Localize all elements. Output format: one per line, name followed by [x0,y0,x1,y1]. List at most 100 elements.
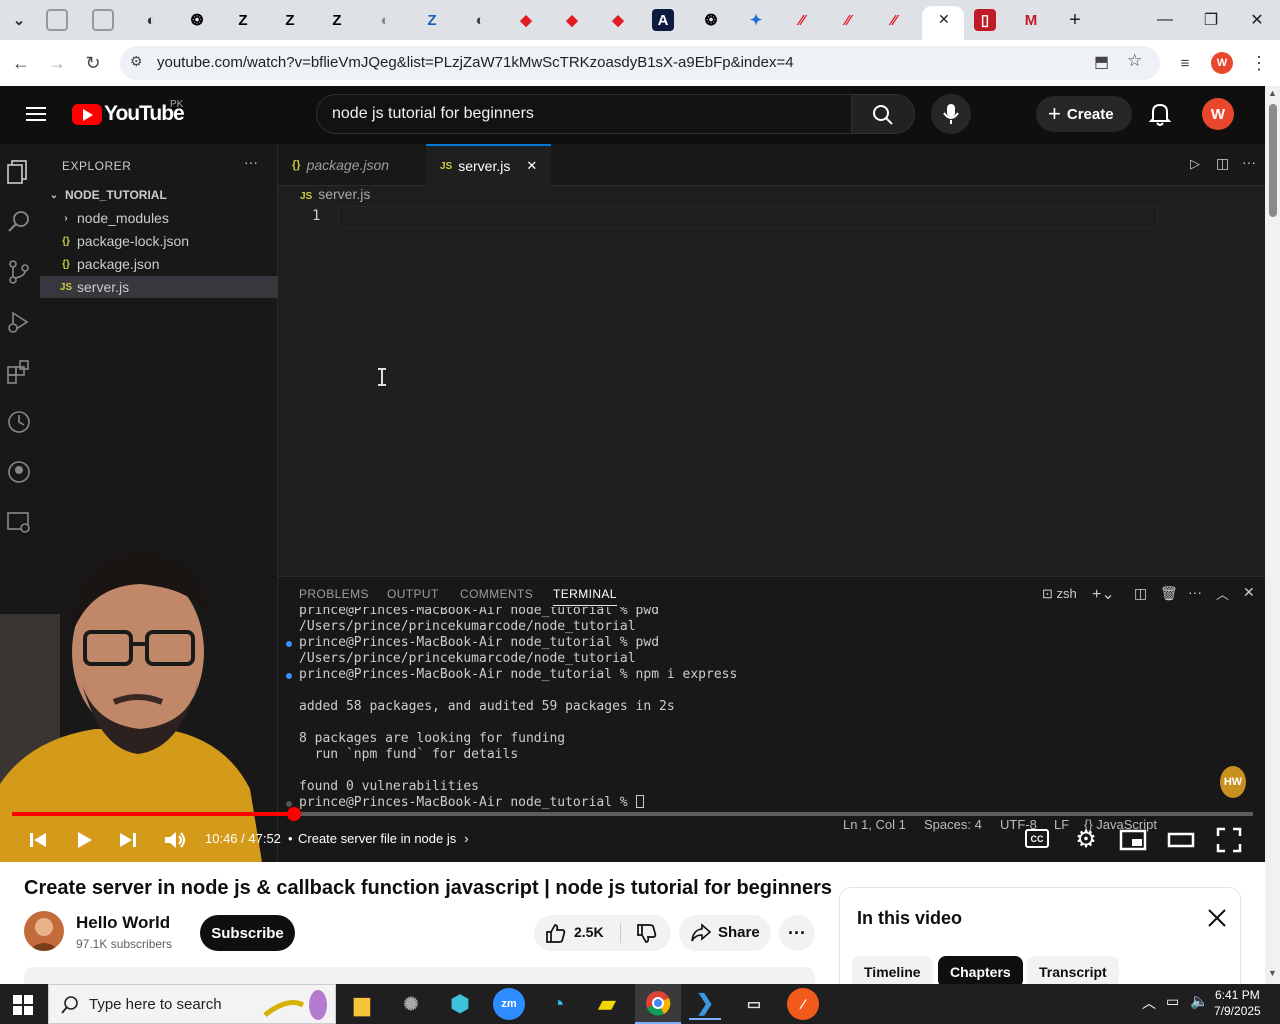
split-terminal-icon[interactable]: ◫ [1134,585,1147,602]
breadcrumb[interactable]: JS server.js [300,186,370,202]
url-text[interactable]: youtube.com/watch?v=bflieVmJQeg&list=PLz… [157,54,794,71]
terminal-output[interactable]: prince@Princes-MacBook-Air node_tutorial… [278,607,1265,847]
minimize-icon[interactable]: — [1150,8,1180,32]
tab-favicon-diamond-icon[interactable]: ◆ [515,9,537,31]
profile-avatar[interactable]: W [1211,52,1233,74]
tab-favicon-globe-icon[interactable]: ◐ [374,9,396,31]
vscode-taskbar-icon[interactable]: ❯ [689,988,721,1020]
channel-watermark[interactable]: HW [1220,766,1246,798]
tray-chevron-up-icon[interactable]: ︿ [1142,993,1156,1013]
scroll-up-icon[interactable]: ▲ [1268,88,1277,98]
tab-server-js[interactable]: JS server.js ✕ [426,144,552,186]
dislike-button[interactable] [621,915,671,951]
panel-more-icon[interactable]: ··· [1188,584,1202,600]
tab-favicon-globe-icon[interactable]: ◐ [140,9,162,31]
volume-icon[interactable] [161,826,189,854]
video-player[interactable]: EXPLORER ··· ⌄ NODE_TUTORIAL › node_modu… [0,144,1265,862]
sticky-notes-icon[interactable]: ▰ [591,988,623,1020]
chrome-menu-icon[interactable]: ⋮ [1246,50,1272,76]
zoom-app-icon[interactable]: zm [493,988,525,1020]
settings-gear-icon[interactable]: ⚙ [1072,826,1100,854]
like-button[interactable]: 2.5K [534,915,620,951]
editor-more-icon[interactable]: ··· [1242,154,1256,170]
fullscreen-icon[interactable] [1215,826,1243,854]
tab-favicon-slash-icon[interactable]: ⁄⁄ [791,9,813,31]
search-input[interactable]: node js tutorial for beginners [316,94,852,134]
site-info-icon[interactable]: ⚙ [130,53,143,70]
tab-favicon-1[interactable] [46,9,68,31]
install-app-icon[interactable]: ⬒ [1094,52,1109,72]
tab-search-chevron-icon[interactable]: ⌄ [8,9,30,31]
terminal-taskbar-icon[interactable]: ▭ [738,988,770,1020]
app-hex-icon[interactable]: ⬢ [444,988,476,1020]
terminal-shell-selector[interactable]: ⊡ zsh [1042,586,1077,602]
line-ending[interactable]: LF [1054,817,1069,832]
tab-favicon-openai-icon[interactable]: ❂ [700,9,722,31]
tab-favicon-red-icon[interactable]: ▯ [974,9,996,31]
panel-tab-problems[interactable]: PROBLEMS [299,587,369,601]
tab-favicon-z-icon[interactable]: Z [232,9,254,31]
tab-close-icon[interactable]: ✕ [526,158,537,174]
reload-icon[interactable]: ↻ [80,50,106,76]
bookmark-star-icon[interactable]: ☆ [1127,51,1142,71]
current-chapter[interactable]: Create server file in node js › [298,831,469,846]
tab-favicon-diamond-icon[interactable]: ◆ [561,9,583,31]
explorer-more-icon[interactable]: ··· [244,154,258,170]
voice-search-button[interactable] [931,94,971,134]
previous-video-icon[interactable] [24,826,52,854]
tab-close-icon[interactable]: ✕ [938,11,950,28]
tree-item-node-modules[interactable]: › node_modules [40,207,278,229]
panel-tab-comments[interactable]: COMMENTS [460,587,533,601]
share-button[interactable]: Share [679,915,771,951]
hamburger-menu-icon[interactable] [24,104,48,124]
network-app-icon[interactable]: ✺ [395,988,427,1020]
omnibox[interactable]: ⚙ youtube.com/watch?v=bflieVmJQeg&list=P… [120,46,1160,80]
project-folder[interactable]: ⌄ NODE_TUTORIAL [40,184,278,206]
theater-mode-icon[interactable] [1167,826,1195,854]
youtube-logo-icon[interactable] [72,104,102,125]
taskbar-clock[interactable]: 6:41 PM 7/9/2025 [1214,987,1261,1019]
scroll-down-icon[interactable]: ▼ [1268,968,1277,978]
tab-favicon-globe-icon[interactable]: ◐ [469,9,491,31]
edge-browser-icon[interactable]: ◔ [542,988,574,1020]
new-tab-icon[interactable]: + [1064,9,1086,31]
page-scrollbar[interactable]: ▲ ▼ [1265,86,1280,984]
subscribe-button[interactable]: Subscribe [200,915,295,951]
captions-icon[interactable]: CC [1025,829,1049,848]
back-icon[interactable]: ← [8,50,34,76]
close-icon[interactable] [1207,908,1227,928]
split-editor-icon[interactable]: ◫ [1216,155,1229,172]
window-close-icon[interactable]: ✕ [1242,8,1272,32]
tab-favicon-openai-icon[interactable]: ❂ [186,9,208,31]
play-icon[interactable] [70,826,98,854]
close-panel-icon[interactable]: ✕ [1243,584,1255,601]
network-icon[interactable]: ▭ [1166,993,1179,1010]
tab-favicon-2[interactable] [92,9,114,31]
windows-start-icon[interactable] [13,995,33,1015]
active-tab[interactable]: ✕ [922,6,964,40]
taskbar-search-input[interactable]: Type here to search [48,984,336,1024]
chrome-taskbar-icon[interactable] [635,984,681,1024]
panel-tab-terminal[interactable]: TERMINAL [553,587,617,606]
video-progress-bar[interactable] [12,807,1253,821]
indentation[interactable]: Spaces: 4 [924,817,982,832]
channel-name[interactable]: Hello World [76,913,170,933]
restore-icon[interactable]: ❐ [1196,8,1226,32]
progress-scrubber[interactable] [286,807,301,821]
forward-icon[interactable]: → [44,50,70,76]
notifications-bell-icon[interactable] [1145,99,1175,129]
tab-favicon-gmail-icon[interactable]: M [1020,9,1042,31]
cursor-position[interactable]: Ln 1, Col 1 [843,817,906,832]
channel-avatar[interactable] [24,911,64,951]
tab-package-json[interactable]: {} package.json [278,144,403,186]
tree-item-package-lock[interactable]: {} package-lock.json [40,230,278,252]
tree-item-package-json[interactable]: {} package.json [40,253,278,275]
media-control-icon[interactable]: ≡ [1172,50,1198,76]
file-explorer-icon[interactable]: ▆ [346,988,378,1020]
new-terminal-icon[interactable]: +⌄ [1092,584,1115,604]
maximize-panel-icon[interactable]: ︿ [1216,584,1229,603]
miniplayer-icon[interactable] [1119,826,1147,854]
account-avatar[interactable]: W [1202,98,1234,130]
app-orange-icon[interactable]: ⁄ [787,988,819,1020]
tab-favicon-z-icon[interactable]: Z [326,9,348,31]
